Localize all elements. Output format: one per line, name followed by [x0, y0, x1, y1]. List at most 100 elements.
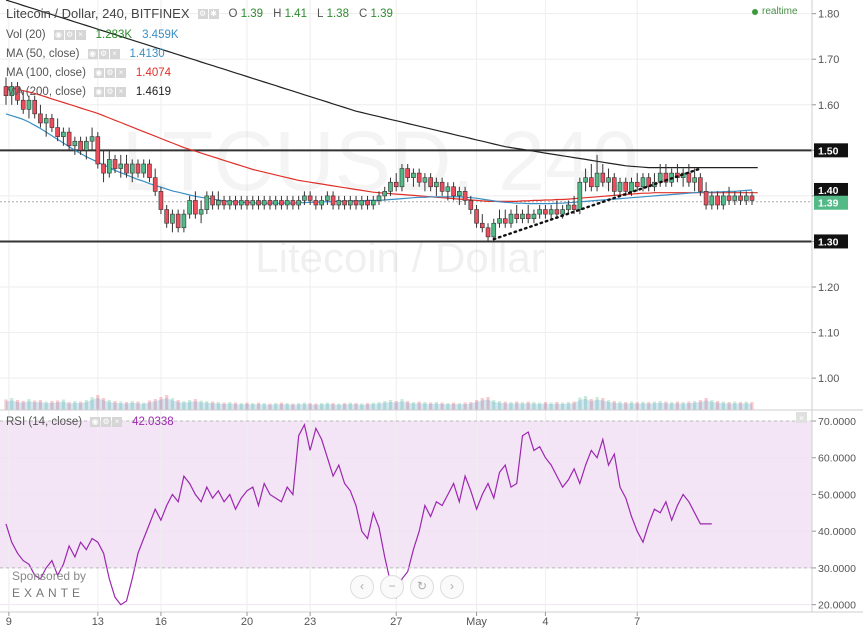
study-value: 1.4130 — [129, 48, 165, 60]
close-icon[interactable]: × — [109, 49, 120, 59]
close-icon[interactable]: × — [75, 30, 86, 40]
candle-body — [204, 195, 210, 210]
close-icon[interactable]: × — [115, 87, 126, 97]
candle-body — [141, 163, 147, 174]
candle-body — [428, 177, 433, 188]
eye-icon[interactable]: ◉ — [53, 30, 64, 40]
candle-body — [256, 200, 261, 206]
candle-body — [525, 213, 531, 219]
settings-icon[interactable]: ⚙ — [64, 30, 75, 40]
settings-icon[interactable]: ⚙ — [101, 417, 112, 427]
chart-nav[interactable]: ‹ − ↻ › — [350, 575, 464, 599]
settings-icon[interactable]: ⚙ — [104, 68, 115, 78]
candle-body — [313, 200, 319, 206]
close-icon[interactable]: × — [115, 68, 126, 78]
candle-body — [611, 177, 617, 192]
candle-body — [738, 195, 743, 201]
price-tick-label: 1.00 — [818, 373, 839, 385]
study-rsi[interactable]: RSI (14, close) ◉ ⚙ × 42.0338 — [6, 416, 174, 428]
ohlc-o-label: O — [228, 7, 238, 20]
ohlc-l-label: L — [316, 7, 324, 20]
ohlc-c: 1.39 — [370, 7, 393, 20]
settings-icon[interactable]: ⚙ — [197, 8, 208, 19]
candle-body — [273, 200, 279, 206]
legend-controls[interactable]: ⚙ ✱ — [197, 8, 219, 19]
ohlc-l: 1.38 — [326, 7, 349, 20]
candle-body — [497, 218, 502, 224]
symbol-title: Litecoin / Dollar, 240, BITFINEX — [6, 6, 190, 21]
candle-body — [250, 200, 256, 206]
level-badge: 1.40 — [818, 185, 839, 197]
candle-body — [520, 213, 525, 219]
study-label: Vol (20) — [6, 29, 46, 41]
hline-badge: 1.50 — [818, 145, 839, 157]
candle-body — [348, 200, 353, 206]
candle-body — [726, 195, 732, 201]
candle-body — [422, 177, 428, 183]
candle-body — [445, 186, 451, 192]
candle-body — [147, 163, 152, 178]
candle-body — [405, 168, 410, 178]
candle-body — [84, 140, 89, 151]
candle-body — [279, 200, 284, 206]
price-tick-label: 1.80 — [818, 9, 839, 21]
sponsor[interactable]: Sponsored by EXANTE — [12, 569, 86, 600]
study-vol[interactable]: Vol (20) ◉ ⚙ × 1.283K 3.459K — [6, 29, 179, 41]
price-tick-label: 1.20 — [818, 282, 839, 294]
eye-icon[interactable]: ◉ — [93, 68, 104, 78]
candle-body — [210, 195, 215, 206]
chart-area[interactable]: LTCUSD, 240 Litecoin / Dollar 1.80 1.70 1.… — [0, 0, 863, 628]
candle-body — [175, 213, 181, 229]
candle-body — [514, 213, 520, 219]
candle-body — [32, 99, 37, 115]
candle-body — [365, 200, 370, 206]
candle-body — [692, 177, 697, 183]
eye-icon[interactable]: ◉ — [90, 417, 101, 427]
candle-body — [284, 200, 290, 206]
candle-body — [89, 136, 95, 142]
study-ma200[interactable]: MA (200, close) ◉ ⚙ × 1.4619 — [6, 86, 171, 98]
candle-body — [623, 181, 629, 192]
settings-icon[interactable]: ⚙ — [104, 87, 115, 97]
candle-body — [479, 222, 485, 229]
settings-icon[interactable]: ⚙ — [98, 49, 109, 59]
candle-body — [152, 177, 158, 192]
reset-button[interactable]: ↻ — [410, 575, 434, 599]
rsi-value: 42.0338 — [132, 416, 174, 428]
scroll-left-button[interactable]: ‹ — [350, 575, 374, 599]
eye-icon[interactable]: ◉ — [93, 87, 104, 97]
candle-body — [698, 177, 703, 192]
candle-body — [589, 177, 594, 188]
time-tick-label: 7 — [634, 616, 640, 628]
candle-body — [198, 209, 204, 215]
scroll-right-button[interactable]: › — [440, 575, 464, 599]
zoom-out-button[interactable]: − — [380, 575, 404, 599]
study-ma100[interactable]: MA (100, close) ◉ ⚙ × 1.4074 — [6, 67, 171, 79]
close-icon[interactable]: × — [112, 417, 123, 427]
candle-body — [43, 118, 49, 124]
candle-body — [66, 131, 72, 147]
eye-icon[interactable]: ◉ — [87, 49, 98, 59]
candle-body — [468, 200, 474, 210]
format-icon[interactable]: ✱ — [208, 8, 219, 19]
candle-body — [118, 163, 124, 169]
candle-body — [434, 181, 439, 188]
symbol-legend[interactable]: Litecoin / Dollar, 240, BITFINEX ⚙ ✱ O 1.… — [6, 6, 393, 21]
candle-body — [721, 195, 726, 206]
candle-body — [49, 118, 55, 128]
last-price-badge: 1.39 — [818, 198, 839, 210]
candle-body — [732, 195, 738, 201]
time-tick-label: 20 — [241, 616, 253, 628]
candle-body — [158, 191, 164, 210]
study-ma50[interactable]: MA (50, close) ◉ ⚙ × 1.4130 — [6, 48, 165, 60]
candle-body — [129, 163, 135, 174]
candle-body — [439, 181, 445, 192]
candle-body — [749, 195, 755, 201]
hline-badge: 1.30 — [818, 236, 839, 248]
candle-body — [101, 163, 106, 174]
candle-body — [457, 191, 462, 197]
price-tick-label: 1.60 — [818, 100, 839, 112]
candle-body — [20, 99, 26, 110]
candle-body — [399, 168, 405, 188]
candle-body — [307, 195, 313, 201]
